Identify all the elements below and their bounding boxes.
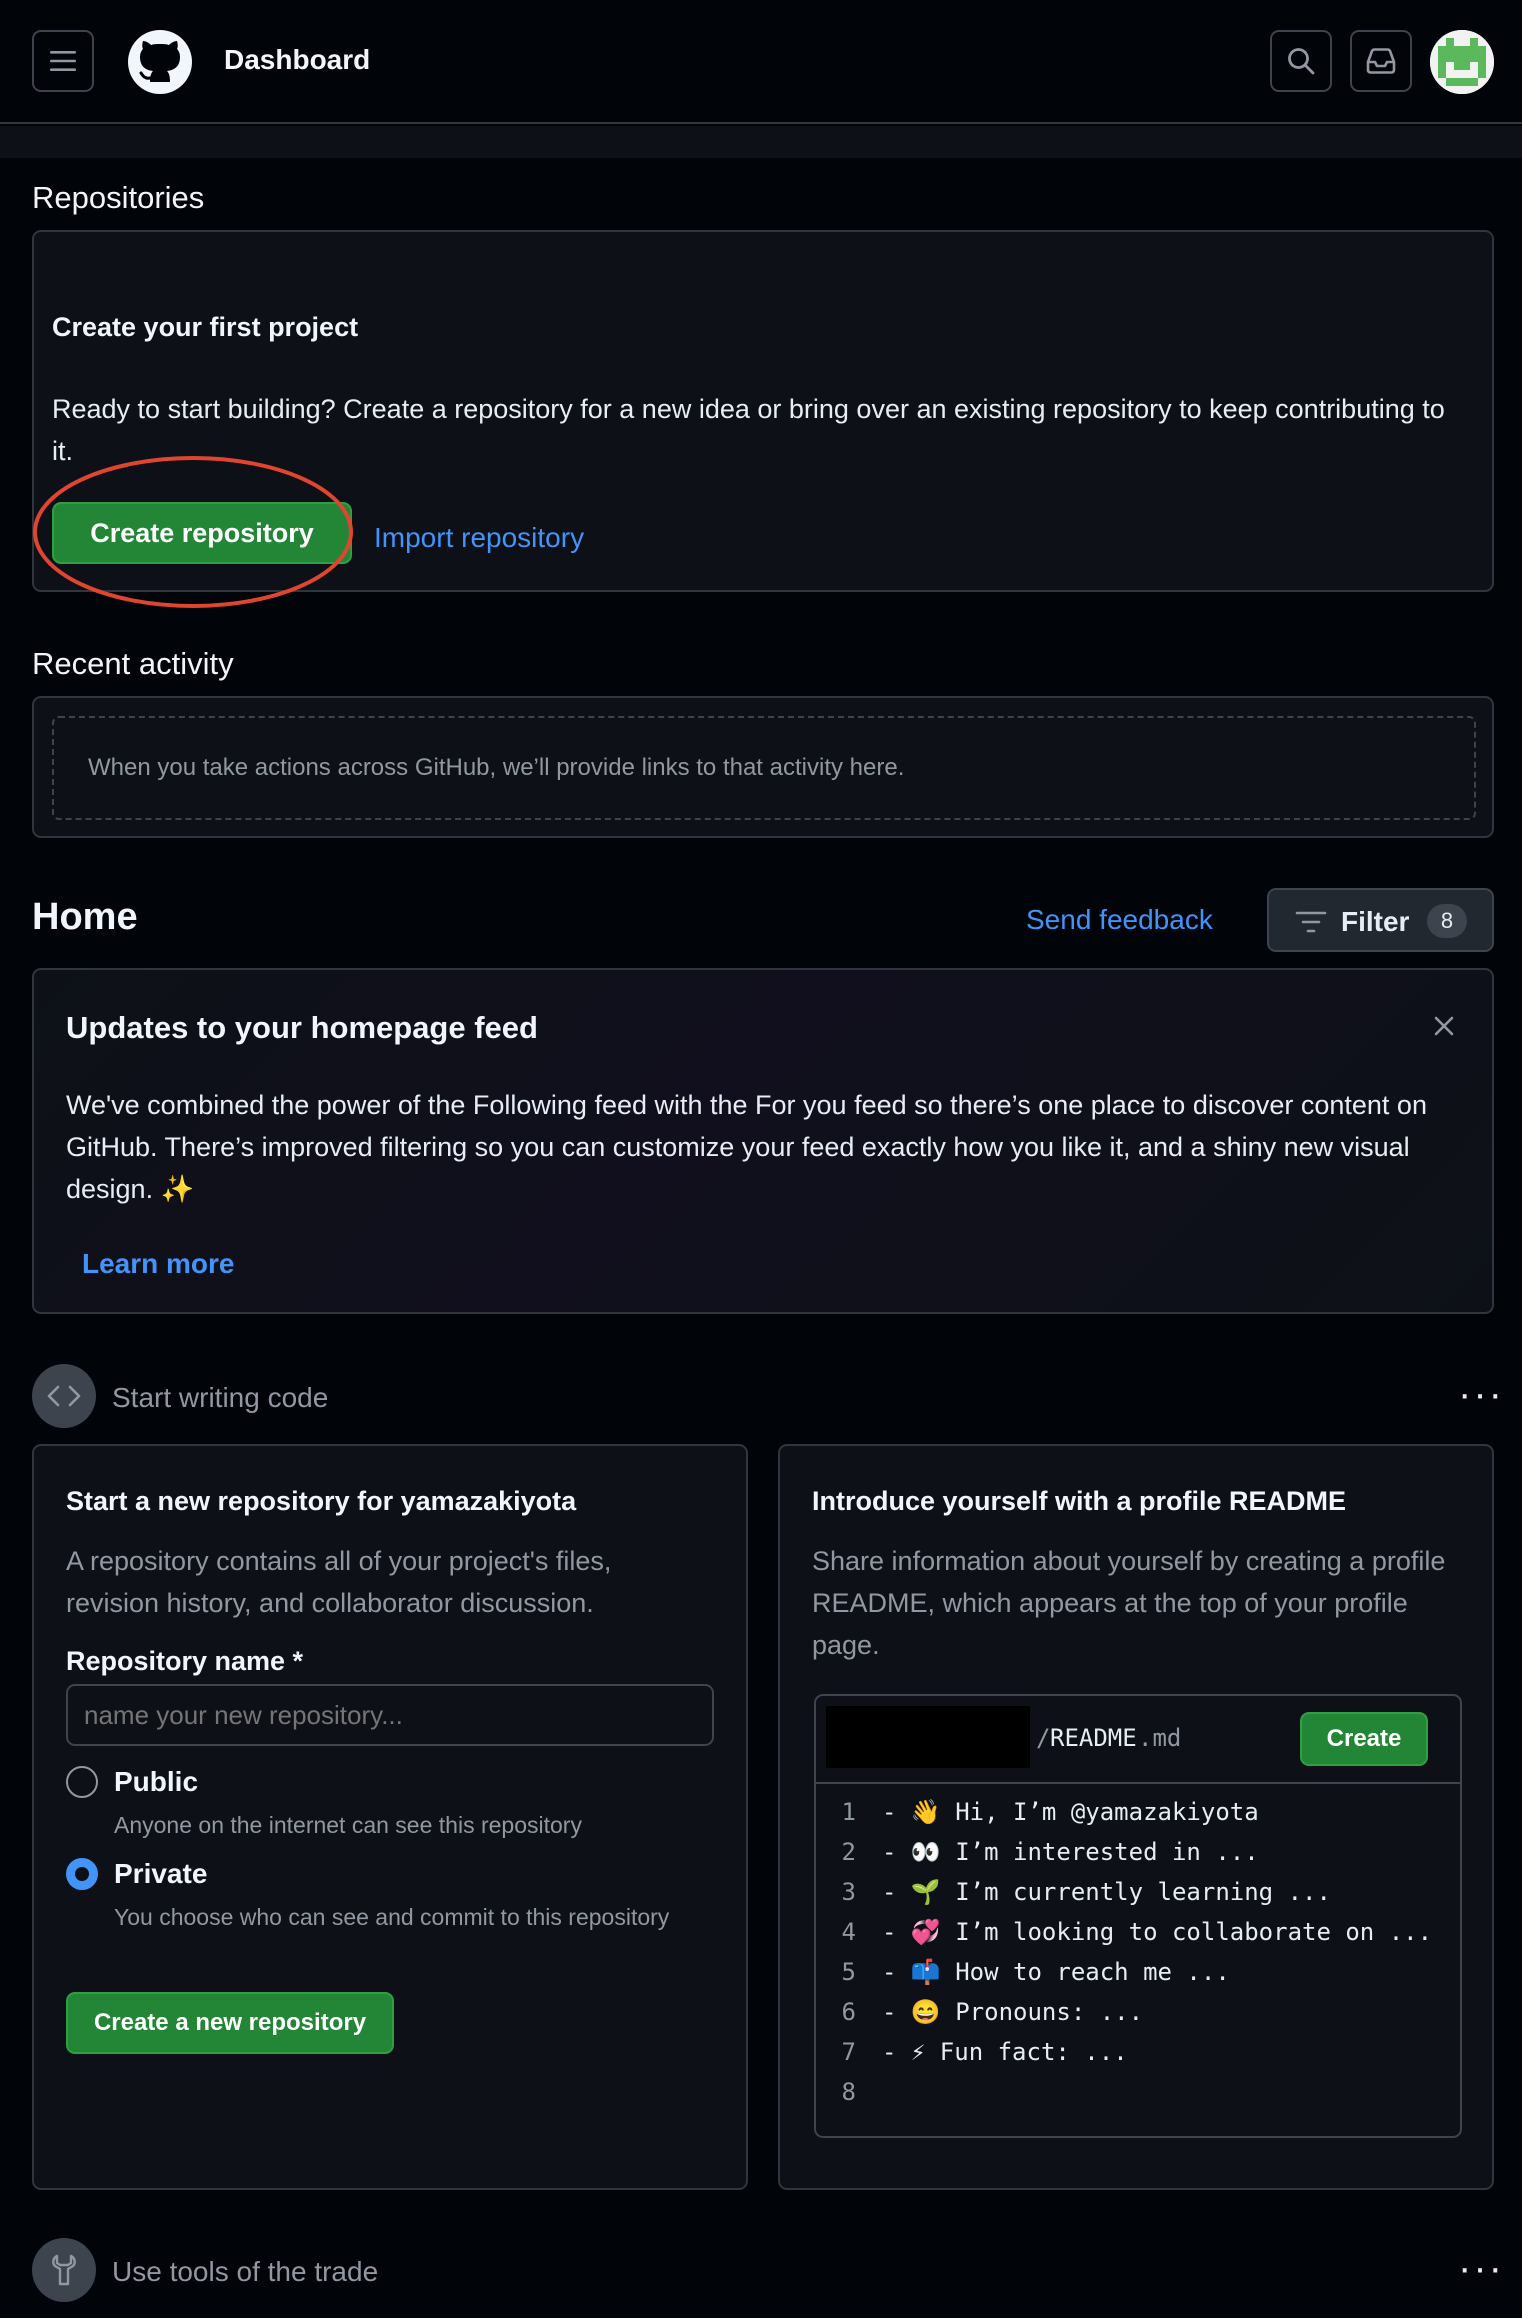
top-header: Dashboard	[0, 0, 1522, 124]
readme-create-button[interactable]: Create	[1300, 1712, 1428, 1766]
radio-selected-dot	[75, 1867, 89, 1881]
inbox-button[interactable]	[1350, 30, 1412, 92]
new-repo-title: Start a new repository for yamazakiyota	[66, 1486, 577, 1516]
hamburger-icon	[50, 51, 76, 71]
public-description: Anyone on the internet can see this repo…	[114, 1812, 582, 1838]
repo-name-label: Repository name *	[66, 1646, 304, 1676]
tools-icon	[32, 2238, 96, 2302]
username-redacted	[826, 1706, 1030, 1768]
updates-card: Updates to your homepage feed We've comb…	[32, 968, 1494, 1314]
page-title: Dashboard	[224, 44, 371, 75]
public-label: Public	[114, 1766, 199, 1797]
repositories-heading: Repositories	[32, 180, 205, 215]
import-repository-link[interactable]: Import repository	[374, 522, 584, 554]
subheader-bar	[0, 126, 1522, 158]
recent-activity-empty-text: When you take actions across GitHub, we’…	[88, 754, 905, 781]
private-description: You choose who can see and commit to thi…	[114, 1904, 670, 1930]
readme-title: Introduce yourself with a profile README	[812, 1486, 1347, 1516]
search-icon	[1288, 48, 1315, 75]
filter-count-badge: 8	[1427, 904, 1467, 938]
updates-title: Updates to your homepage feed	[66, 1010, 538, 1045]
filter-icon	[1295, 911, 1327, 933]
recent-activity-card: When you take actions across GitHub, we’…	[32, 696, 1494, 838]
start-writing-label: Start writing code	[112, 1382, 329, 1413]
public-radio[interactable]	[66, 1766, 98, 1798]
home-heading: Home	[32, 896, 138, 938]
inbox-icon	[1366, 48, 1396, 74]
avatar[interactable]	[1430, 30, 1494, 94]
recent-activity-heading: Recent activity	[32, 646, 234, 681]
use-tools-label: Use tools of the trade	[112, 2256, 379, 2287]
first-project-title: Create your first project	[52, 312, 359, 342]
recent-activity-empty-box: When you take actions across GitHub, we’…	[52, 716, 1476, 820]
send-feedback-link[interactable]: Send feedback	[1026, 904, 1213, 936]
readme-editor-header: / README .md Create	[816, 1696, 1460, 1784]
readme-extension: .md	[1138, 1724, 1182, 1752]
annotation-circle	[33, 456, 353, 608]
repo-name-input[interactable]	[66, 1684, 714, 1746]
create-new-repository-button[interactable]: Create a new repository	[66, 1992, 394, 2054]
new-repo-description: A repository contains all of your projec…	[66, 1546, 612, 1618]
path-separator: /	[1036, 1724, 1051, 1752]
readme-editor: / README .md Create 1- 👋 Hi, I’m @yamaza…	[814, 1694, 1462, 2138]
search-button[interactable]	[1270, 30, 1332, 92]
more-options-icon[interactable]: ···	[1458, 1374, 1504, 1414]
new-repository-card: Start a new repository for yamazakiyota …	[32, 1444, 748, 2190]
readme-filename: README	[1050, 1724, 1137, 1752]
readme-description: Share information about yourself by crea…	[812, 1546, 1446, 1660]
filter-label: Filter	[1341, 906, 1410, 937]
updates-text: We've combined the power of the Followin…	[66, 1090, 1427, 1204]
profile-readme-card: Introduce yourself with a profile README…	[778, 1444, 1494, 2190]
readme-code: 1- 👋 Hi, I’m @yamazakiyota 2- 👀 I’m inte…	[841, 1798, 1433, 2106]
filter-button[interactable]: Filter 8	[1267, 888, 1494, 952]
close-icon[interactable]	[1432, 1014, 1456, 1038]
more-options-icon[interactable]: ···	[1458, 2248, 1504, 2288]
menu-button[interactable]	[32, 30, 94, 92]
private-label: Private	[114, 1858, 208, 1889]
code-icon	[32, 1364, 96, 1428]
private-radio[interactable]	[66, 1858, 98, 1890]
github-logo-icon[interactable]	[128, 30, 192, 94]
learn-more-link[interactable]: Learn more	[82, 1248, 235, 1280]
